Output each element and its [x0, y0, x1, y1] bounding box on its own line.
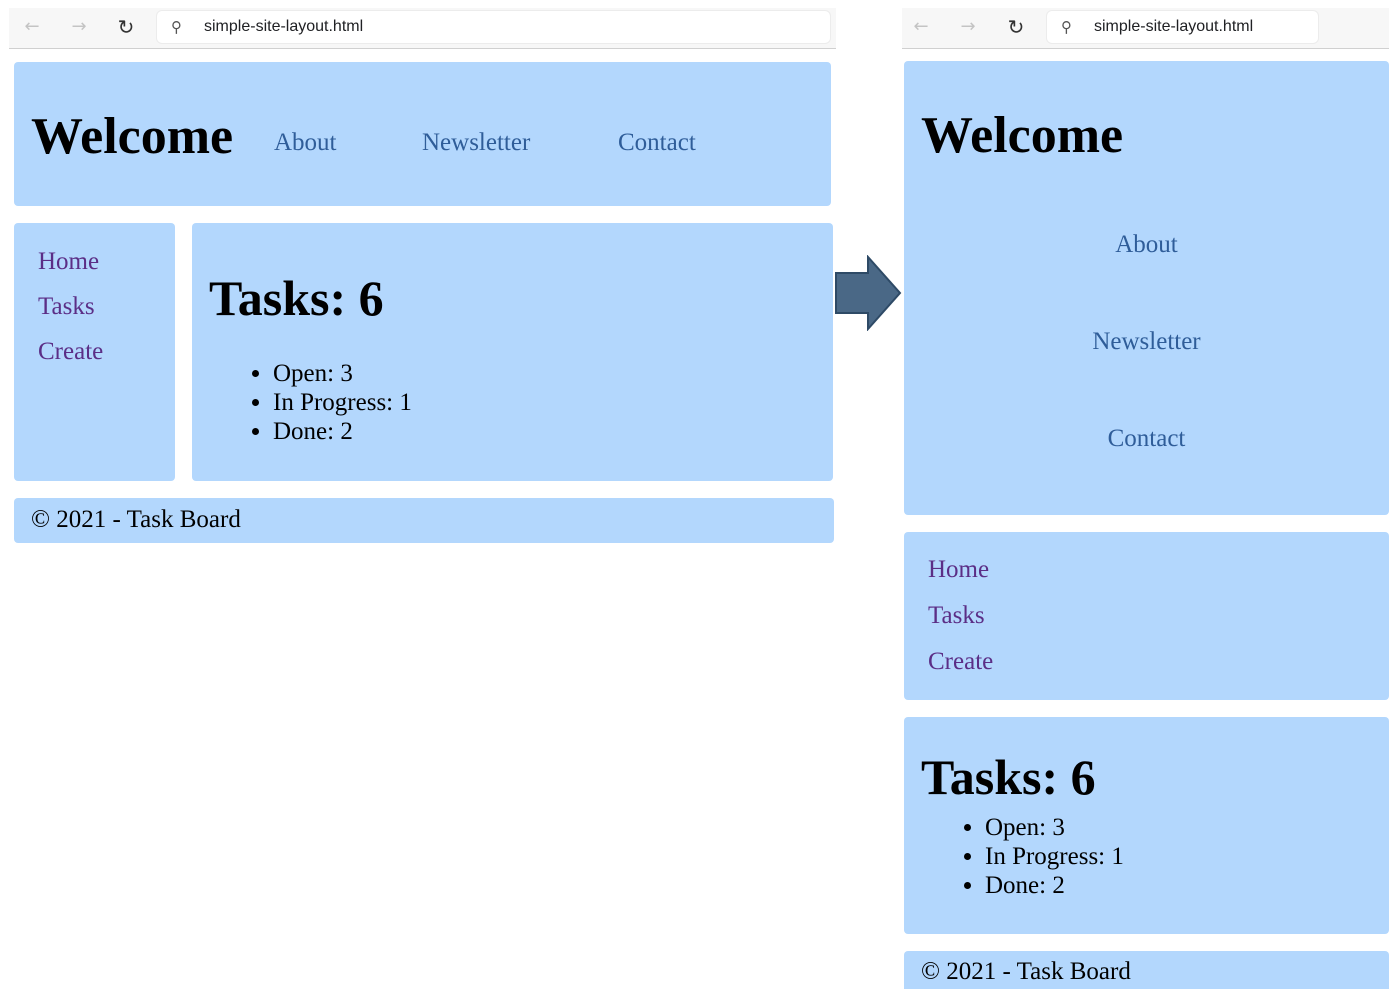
sidebar-item-home[interactable]: Home [928, 556, 989, 584]
sidebar-item-create[interactable]: Create [38, 338, 103, 366]
main-content: Tasks: 6 Open: 3 In Progress: 1 Done: 2 [904, 717, 1389, 934]
nav-link-contact[interactable]: Contact [904, 425, 1389, 453]
reload-icon[interactable]: ↻ [1004, 15, 1028, 39]
address-bar[interactable]: ⚲ simple-site-layout.html [157, 11, 830, 43]
arrow-right-icon [835, 255, 902, 331]
list-item: Done: 2 [985, 871, 1124, 900]
list-item: In Progress: 1 [985, 842, 1124, 871]
nav-link-about[interactable]: About [274, 129, 337, 157]
main-content: Tasks: 6 Open: 3 In Progress: 1 Done: 2 [192, 223, 833, 481]
address-url: simple-site-layout.html [1094, 18, 1254, 35]
nav-link-contact[interactable]: Contact [618, 129, 696, 157]
sidebar-item-tasks[interactable]: Tasks [928, 602, 985, 630]
nav-link-newsletter[interactable]: Newsletter [904, 328, 1389, 356]
footer-text: © 2021 - Task Board [921, 958, 1131, 985]
arrow-right-icon[interactable]: → [956, 15, 980, 39]
browser-window-wide: ← → ↻ ⚲ simple-site-layout.html Welcome … [9, 0, 836, 989]
address-url: simple-site-layout.html [204, 18, 364, 35]
address-bar[interactable]: ⚲ simple-site-layout.html [1047, 11, 1318, 43]
page-title: Welcome [31, 108, 234, 165]
list-item: In Progress: 1 [273, 388, 412, 417]
search-icon: ⚲ [171, 18, 182, 36]
nav-link-about[interactable]: About [904, 231, 1389, 259]
arrow-left-icon[interactable]: ← [20, 15, 44, 39]
tasks-heading: Tasks: 6 [209, 270, 384, 326]
list-item: Open: 3 [985, 813, 1124, 842]
page-title: Welcome [921, 107, 1124, 164]
site-footer: © 2021 - Task Board [14, 498, 834, 543]
sidebar-item-tasks[interactable]: Tasks [38, 293, 95, 321]
browser-toolbar: ← → ↻ ⚲ simple-site-layout.html [902, 8, 1389, 49]
sidebar-item-home[interactable]: Home [38, 248, 99, 276]
arrow-left-icon[interactable]: ← [909, 15, 933, 39]
arrow-right-icon[interactable]: → [67, 15, 91, 39]
list-item: Open: 3 [273, 359, 412, 388]
reload-icon[interactable]: ↻ [114, 15, 138, 39]
tasks-heading: Tasks: 6 [921, 749, 1096, 805]
site-header: Welcome About Newsletter Contact [904, 61, 1389, 515]
browser-toolbar: ← → ↻ ⚲ simple-site-layout.html [9, 8, 836, 49]
search-icon: ⚲ [1061, 18, 1072, 36]
task-status-list: Open: 3 In Progress: 1 Done: 2 [209, 359, 412, 446]
list-item: Done: 2 [273, 417, 412, 446]
task-status-list: Open: 3 In Progress: 1 Done: 2 [921, 813, 1124, 900]
site-header: Welcome About Newsletter Contact [14, 62, 831, 206]
site-footer: © 2021 - Task Board [904, 951, 1389, 989]
nav-link-newsletter[interactable]: Newsletter [422, 129, 530, 157]
sidebar: Home Tasks Create [14, 223, 175, 481]
sidebar-item-create[interactable]: Create [928, 648, 993, 676]
footer-text: © 2021 - Task Board [31, 506, 241, 533]
browser-window-narrow: ← → ↻ ⚲ simple-site-layout.html Welcome … [902, 0, 1389, 989]
sidebar: Home Tasks Create [904, 532, 1389, 700]
